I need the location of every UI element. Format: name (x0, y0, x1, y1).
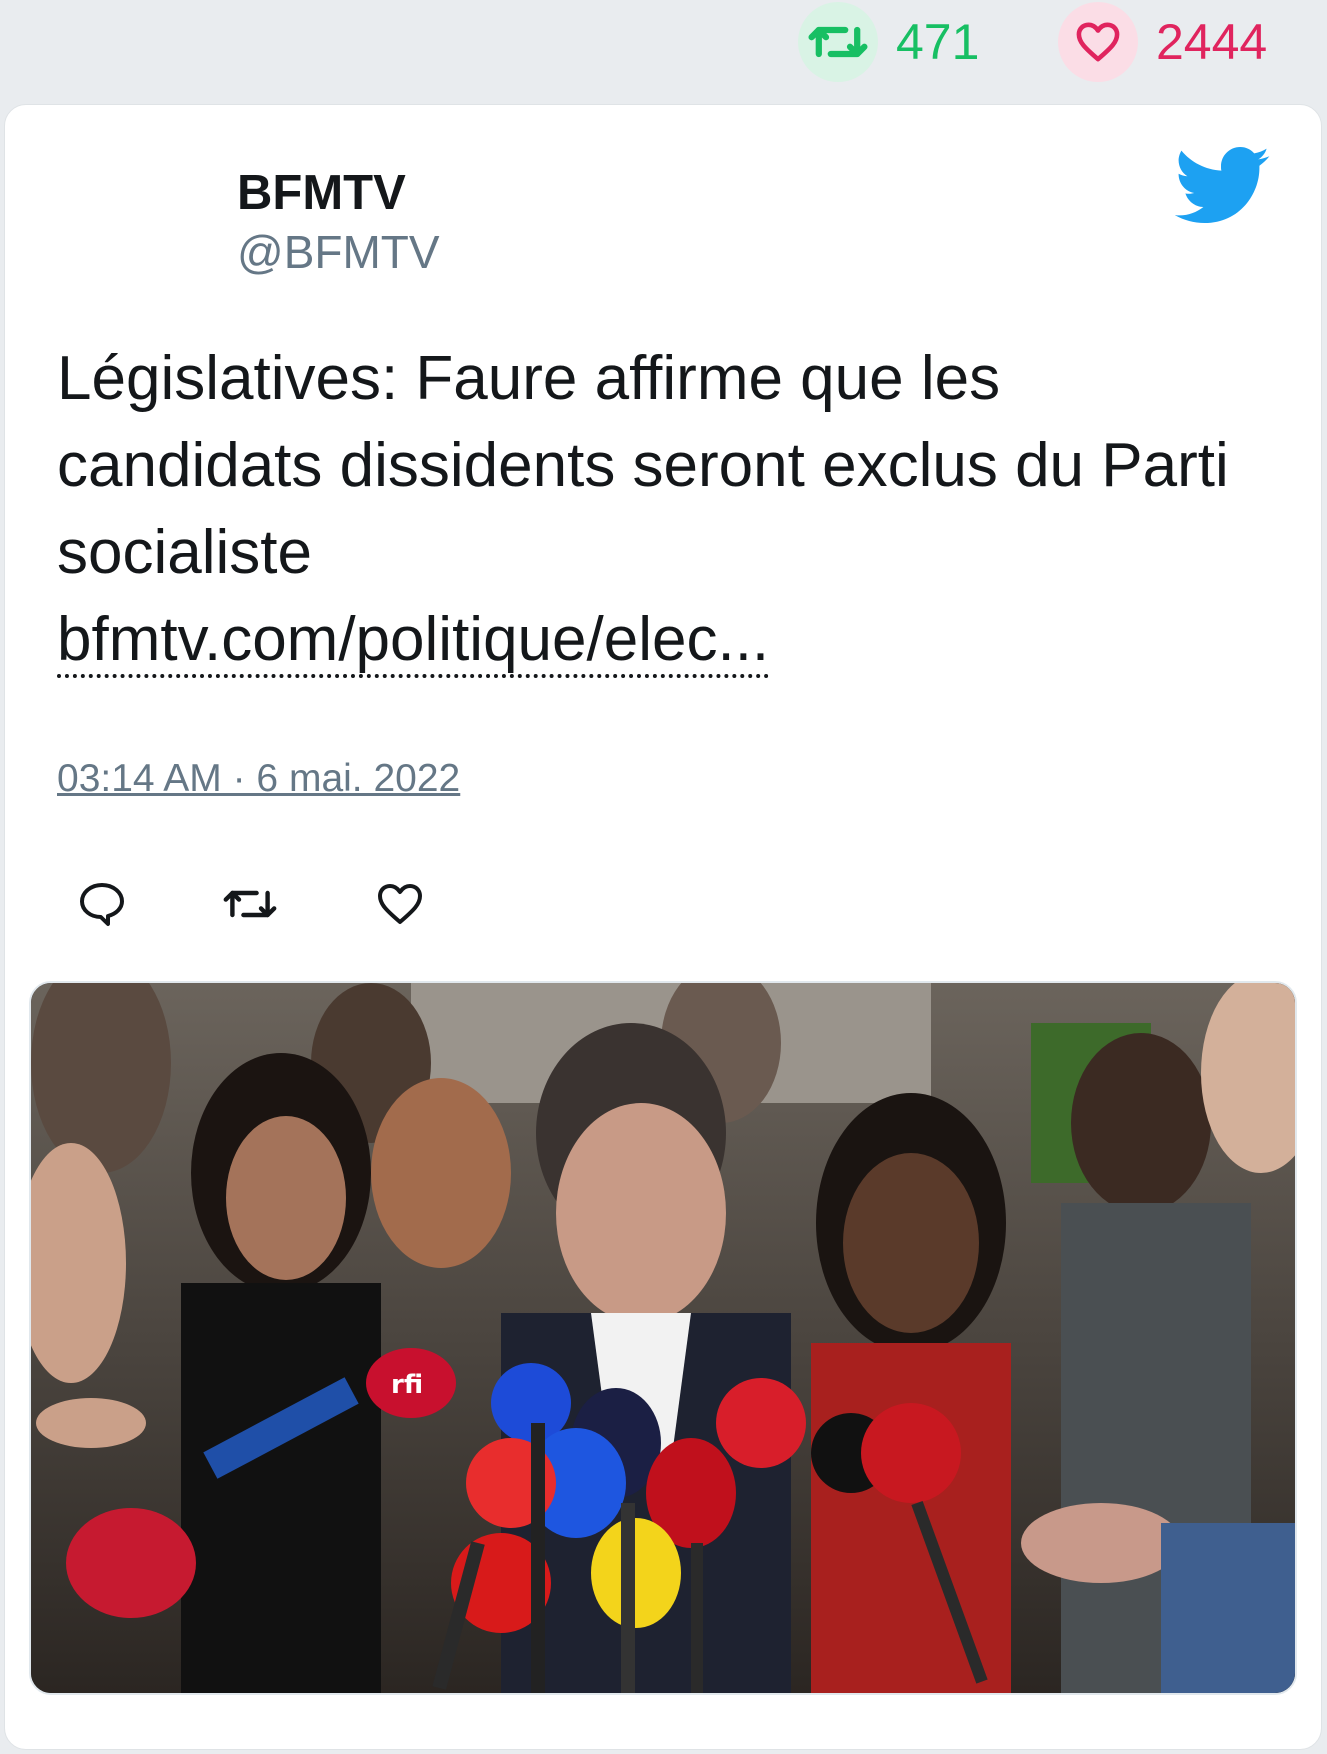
user-handle[interactable]: @BFMTV (237, 225, 440, 279)
retweet-action-icon[interactable] (223, 877, 277, 931)
tweet-photo[interactable]: rfi (29, 981, 1297, 1695)
tweet-body: Législatives: Faure affirme que les cand… (57, 344, 1229, 587)
tweet-timestamp[interactable]: 03:14 AM · 6 mai. 2022 (57, 757, 460, 801)
engagement-bar: 471 2444 (0, 0, 1327, 100)
avatar[interactable] (61, 165, 181, 285)
display-name[interactable]: BFMTV (237, 165, 406, 221)
svg-text:rfi: rfi (391, 1370, 423, 1400)
press-conference-image: rfi (31, 983, 1295, 1693)
like-stat[interactable]: 2444 (1058, 2, 1267, 82)
like-count: 2444 (1156, 14, 1268, 70)
like-action-icon[interactable] (373, 877, 427, 931)
tweet-link[interactable]: bfmtv.com/politique/elec... (57, 605, 770, 678)
retweet-stat[interactable]: 471 (798, 2, 979, 82)
heart-icon[interactable] (1058, 2, 1138, 82)
reply-icon[interactable] (75, 877, 129, 931)
retweet-icon[interactable] (798, 2, 878, 82)
tweet-card[interactable]: BFMTV @BFMTV Législatives: Faure affirme… (4, 104, 1322, 1750)
tweet-text: Législatives: Faure affirme que les cand… (57, 335, 1257, 683)
retweet-count: 471 (896, 14, 980, 70)
twitter-bird-icon[interactable] (1175, 147, 1271, 227)
